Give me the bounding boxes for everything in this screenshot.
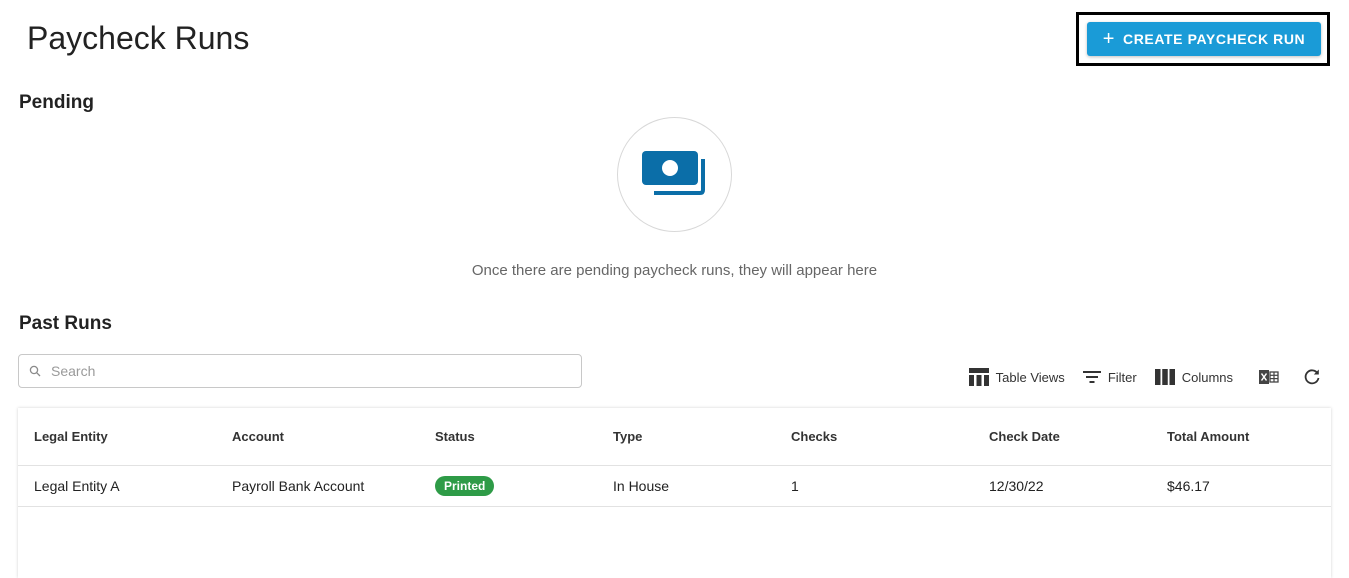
cell-status: Printed bbox=[419, 465, 597, 507]
cell-total-amount: $46.17 bbox=[1151, 465, 1331, 507]
create-button-highlight: + CREATE PAYCHECK RUN bbox=[1076, 12, 1330, 66]
columns-icon bbox=[1154, 369, 1175, 385]
status-badge: Printed bbox=[435, 476, 495, 496]
page-title: Paycheck Runs bbox=[27, 20, 250, 56]
columns-button[interactable]: Columns bbox=[1154, 369, 1233, 385]
export-excel-button[interactable] bbox=[1259, 369, 1279, 385]
column-header-legal-entity[interactable]: Legal Entity bbox=[18, 408, 216, 466]
table-views-label: Table Views bbox=[995, 369, 1065, 385]
table-header-row: Legal Entity Account Status Type Checks … bbox=[18, 408, 1331, 466]
cell-check-date: 12/30/22 bbox=[973, 465, 1151, 507]
column-header-account[interactable]: Account bbox=[216, 408, 419, 466]
refresh-button[interactable] bbox=[1303, 368, 1321, 386]
excel-export-icon bbox=[1259, 370, 1279, 384]
empty-state-circle bbox=[617, 117, 732, 232]
columns-label: Columns bbox=[1181, 369, 1233, 385]
table-row[interactable]: Legal Entity A Payroll Bank Account Prin… bbox=[18, 465, 1331, 507]
search-icon bbox=[29, 365, 41, 377]
filter-button[interactable]: Filter bbox=[1082, 369, 1137, 385]
cell-checks: 1 bbox=[775, 465, 973, 507]
search-field[interactable] bbox=[18, 354, 582, 388]
past-runs-table: Legal Entity Account Status Type Checks … bbox=[18, 408, 1331, 578]
plus-icon: + bbox=[1102, 28, 1115, 50]
cell-account: Payroll Bank Account bbox=[216, 465, 419, 507]
pending-section-title: Pending bbox=[19, 92, 94, 113]
table-toolbar: Table Views Filter Columns bbox=[968, 366, 1321, 388]
column-header-status[interactable]: Status bbox=[419, 408, 597, 466]
money-stack-icon bbox=[641, 150, 705, 195]
cell-legal-entity: Legal Entity A bbox=[18, 465, 216, 507]
filter-label: Filter bbox=[1107, 369, 1137, 385]
column-header-checks[interactable]: Checks bbox=[775, 408, 973, 466]
column-header-type[interactable]: Type bbox=[597, 408, 775, 466]
column-header-total-amount[interactable]: Total Amount bbox=[1151, 408, 1331, 466]
filter-icon bbox=[1082, 371, 1101, 383]
past-runs-section-title: Past Runs bbox=[19, 313, 112, 334]
refresh-icon bbox=[1304, 369, 1320, 385]
search-input[interactable] bbox=[49, 362, 581, 380]
table-views-icon bbox=[968, 368, 989, 386]
column-header-check-date[interactable]: Check Date bbox=[973, 408, 1151, 466]
cell-type: In House bbox=[597, 465, 775, 507]
empty-state-message: Once there are pending paycheck runs, th… bbox=[471, 262, 878, 279]
create-button-label: CREATE PAYCHECK RUN bbox=[1123, 31, 1306, 47]
create-paycheck-run-button[interactable]: + CREATE PAYCHECK RUN bbox=[1087, 22, 1321, 56]
table-views-button[interactable]: Table Views bbox=[968, 368, 1065, 386]
